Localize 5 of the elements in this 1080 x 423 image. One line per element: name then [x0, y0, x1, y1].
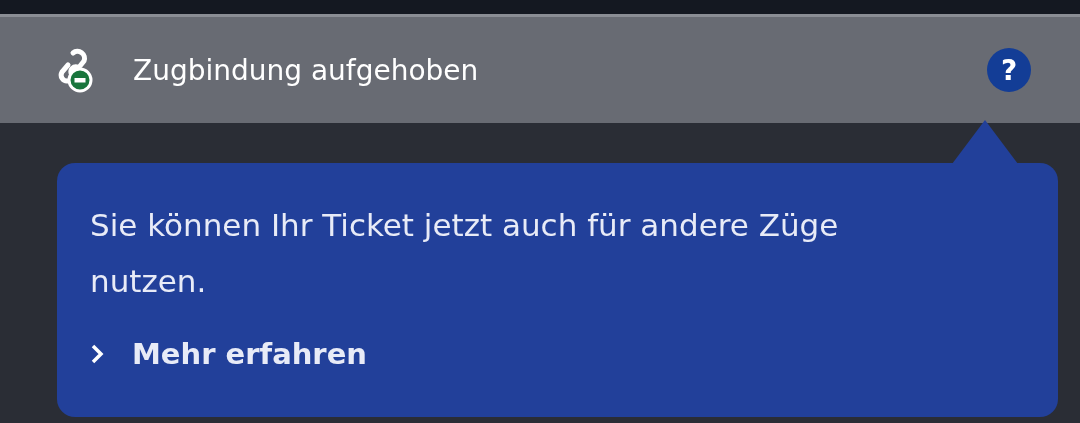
more-link[interactable]: Mehr erfahren [90, 337, 367, 371]
help-button[interactable]: ? [987, 48, 1031, 92]
tooltip-text: Sie können Ihr Ticket jetzt auch für andere Züge nutzen. [90, 206, 840, 301]
header-title: Zugbindung aufgehoben [133, 53, 480, 87]
chevron-icon [90, 343, 104, 365]
